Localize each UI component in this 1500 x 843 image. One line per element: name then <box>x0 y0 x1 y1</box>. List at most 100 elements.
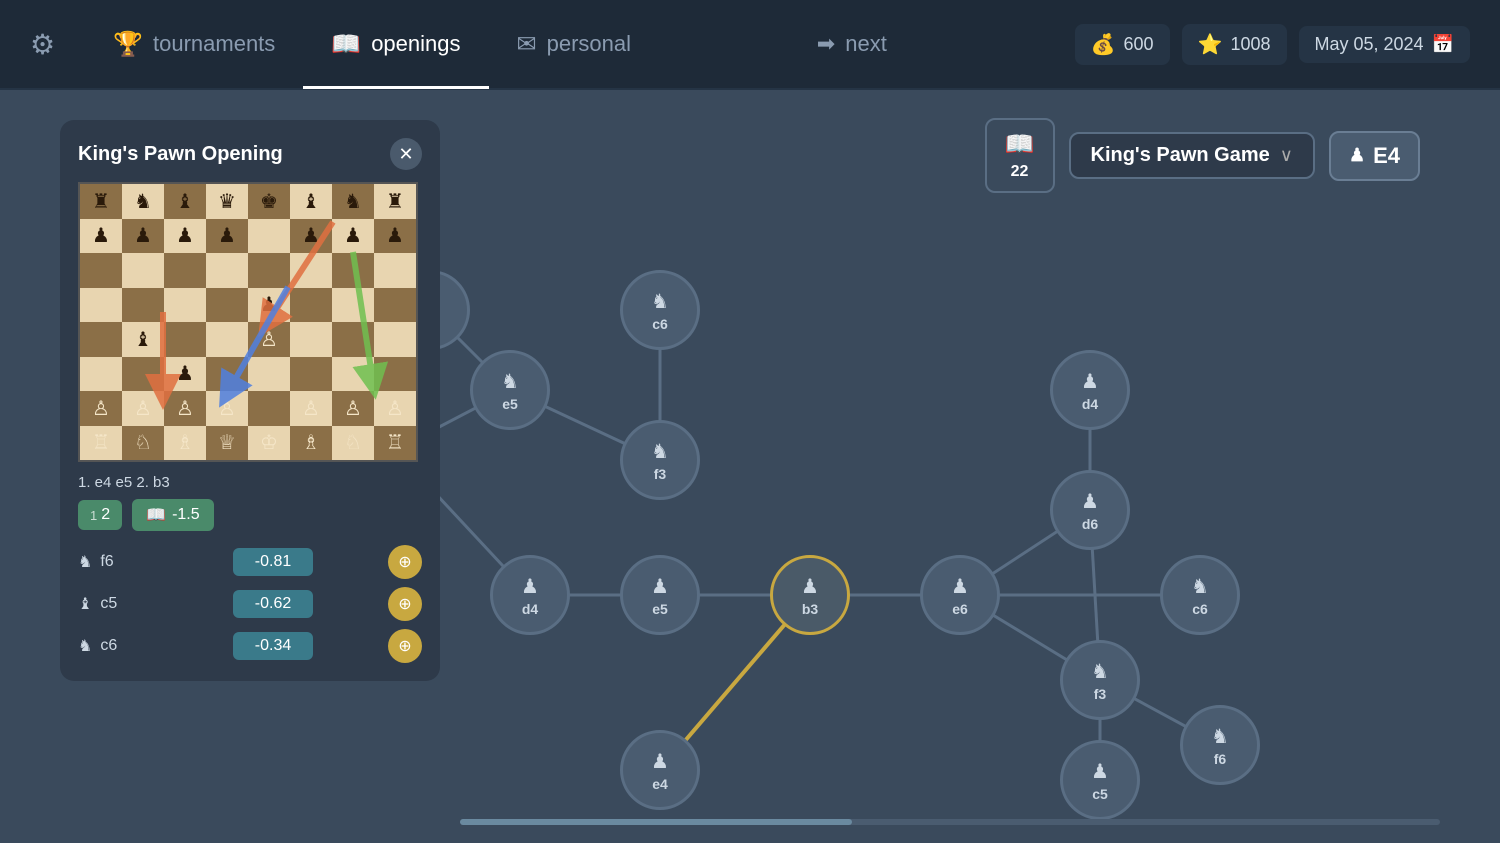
move-score-value: -1.5 <box>172 506 200 524</box>
date-badge: May 05, 2024 📅 <box>1299 26 1471 63</box>
chess-cell: ♙ <box>332 391 374 426</box>
move-number-value: 2 <box>101 506 110 524</box>
main-area: King's Pawn Opening ✕ ♜♞♝♛♚♝♞♜♟♟♟♟♟♟♟♟♝♙… <box>0 90 1500 843</box>
tree-node-e6[interactable]: ♟ e6 <box>920 555 1000 635</box>
next-button[interactable]: ➡ next <box>817 31 887 57</box>
settings-icon[interactable]: ⚙ <box>30 28 55 61</box>
chess-cell: ♛ <box>206 184 248 219</box>
tree-node-e4_bottom[interactable]: ♟ e4 <box>620 730 700 810</box>
tree-node-c6_top[interactable]: ♞ c6 <box>620 270 700 350</box>
chess-cell <box>164 288 206 323</box>
chess-cell: ♞ <box>332 184 374 219</box>
chess-cell: ♙ <box>206 391 248 426</box>
chess-cell: ♝ <box>290 184 332 219</box>
move-label: c5 <box>100 595 117 613</box>
chess-cell: ♜ <box>374 184 416 219</box>
move-number-badge[interactable]: 1 2 <box>78 500 122 530</box>
tree-node-d6[interactable]: ♟ d6 <box>1050 470 1130 550</box>
nav-personal[interactable]: ✉ personal <box>489 0 660 89</box>
chess-cell <box>374 288 416 323</box>
chess-board[interactable]: ♜♞♝♛♚♝♞♜♟♟♟♟♟♟♟♟♝♙♟♙♙♙♙♙♙♙♖♘♗♕♔♗♘♖ <box>78 182 418 462</box>
chess-cell: ♗ <box>164 426 206 461</box>
chess-cell <box>290 253 332 288</box>
top-navigation: ⚙ 🏆 tournaments 📖 openings ✉ personal ➡ … <box>0 0 1500 90</box>
chess-cell <box>122 253 164 288</box>
close-button[interactable]: ✕ <box>390 138 422 170</box>
close-icon: ✕ <box>398 144 413 165</box>
e4-badge: ♟ E4 <box>1329 131 1420 181</box>
chess-cell: ♟ <box>248 288 290 323</box>
node-label: e5 <box>502 396 518 412</box>
openings-count-badge: 📖 22 <box>985 118 1055 193</box>
chess-cell <box>290 357 332 392</box>
network-button[interactable]: ⊕ <box>388 587 422 621</box>
chess-board-wrapper: ♜♞♝♛♚♝♞♜♟♟♟♟♟♟♟♟♝♙♟♙♙♙♙♙♙♙♖♘♗♕♔♗♘♖ <box>78 182 418 462</box>
stars-value: 1008 <box>1230 34 1270 55</box>
tree-node-c5_right[interactable]: ♟ c5 <box>1060 740 1140 820</box>
chess-cell <box>374 322 416 357</box>
chess-cell <box>374 253 416 288</box>
nav-badges: 💰 600 ⭐ 1008 May 05, 2024 📅 <box>1075 24 1470 65</box>
chess-cell: ♟ <box>374 219 416 254</box>
opening-panel: King's Pawn Opening ✕ ♜♞♝♛♚♝♞♜♟♟♟♟♟♟♟♟♝♙… <box>60 120 440 681</box>
chess-cell <box>248 391 290 426</box>
chess-cell: ♙ <box>122 391 164 426</box>
chess-cell <box>290 288 332 323</box>
chess-cell: ♖ <box>80 426 122 461</box>
chess-cell <box>80 322 122 357</box>
tree-node-b3[interactable]: ♟ b3 <box>770 555 850 635</box>
chess-cell <box>164 253 206 288</box>
chess-cell <box>206 253 248 288</box>
chess-cell: ♗ <box>290 426 332 461</box>
nav-personal-label: personal <box>547 31 631 57</box>
chess-cell <box>332 288 374 323</box>
nav-tournaments[interactable]: 🏆 tournaments <box>85 0 303 89</box>
node-piece-icon: ♟ <box>801 574 819 599</box>
stars-icon: ⭐ <box>1198 32 1223 57</box>
move-row[interactable]: ♝ c5 -0.62 ⊕ <box>78 587 422 621</box>
panel-header: King's Pawn Opening ✕ <box>78 138 422 170</box>
move-list: ♞ f6 -0.81 ⊕ ♝ c5 -0.62 ⊕ ♞ c6 -0.34 ⊕ <box>78 545 422 663</box>
chess-cell <box>332 322 374 357</box>
chess-cell: ♝ <box>164 184 206 219</box>
tree-node-e5[interactable]: ♞ e5 <box>470 350 550 430</box>
chess-cell: ♙ <box>80 391 122 426</box>
chess-cell: ♔ <box>248 426 290 461</box>
tree-node-f6_right[interactable]: ♞ f6 <box>1180 705 1260 785</box>
chess-cell: ♙ <box>374 391 416 426</box>
move-stats: 1 2 📖 -1.5 <box>78 499 422 531</box>
tree-node-d4_right[interactable]: ♟ d4 <box>1050 350 1130 430</box>
tree-node-d4_left[interactable]: ♟ d4 <box>490 555 570 635</box>
calendar-icon: 📅 <box>1432 34 1454 55</box>
piece-icon: ♞ <box>78 636 92 656</box>
coins-value: 600 <box>1124 34 1154 55</box>
chess-cell: ♝ <box>122 322 164 357</box>
tree-node-f3_right[interactable]: ♞ f3 <box>1060 640 1140 720</box>
move-row[interactable]: ♞ c6 -0.34 ⊕ <box>78 629 422 663</box>
node-piece-icon: ♟ <box>651 574 669 599</box>
coins-icon: 💰 <box>1091 32 1116 57</box>
move-row[interactable]: ♞ f6 -0.81 ⊕ <box>78 545 422 579</box>
chess-cell: ♟ <box>164 219 206 254</box>
tree-node-f3[interactable]: ♞ f3 <box>620 420 700 500</box>
chess-cell: ♟ <box>122 219 164 254</box>
nav-openings[interactable]: 📖 openings <box>303 0 488 89</box>
chess-cell <box>206 288 248 323</box>
opening-dropdown[interactable]: King's Pawn Game ∨ <box>1069 132 1315 179</box>
stars-badge: ⭐ 1008 <box>1182 24 1287 65</box>
openings-badge-icon: 📖 <box>1005 130 1035 159</box>
tree-node-c6_right[interactable]: ♞ c6 <box>1160 555 1240 635</box>
chess-cell: ♙ <box>164 391 206 426</box>
tree-node-e5_center[interactable]: ♟ e5 <box>620 555 700 635</box>
scroll-thumb[interactable] <box>460 819 852 825</box>
move-value: -0.81 <box>233 548 313 576</box>
node-piece-icon: ♞ <box>1091 659 1109 684</box>
network-button[interactable]: ⊕ <box>388 629 422 663</box>
next-arrow-icon: ➡ <box>817 31 835 57</box>
network-button[interactable]: ⊕ <box>388 545 422 579</box>
trophy-icon: 🏆 <box>113 30 143 59</box>
scroll-bar[interactable] <box>460 819 1440 825</box>
book-icon: 📖 <box>331 30 361 59</box>
move-notation: 1. e4 e5 2. b3 <box>78 474 422 491</box>
move-name: ♝ c5 <box>78 594 158 614</box>
